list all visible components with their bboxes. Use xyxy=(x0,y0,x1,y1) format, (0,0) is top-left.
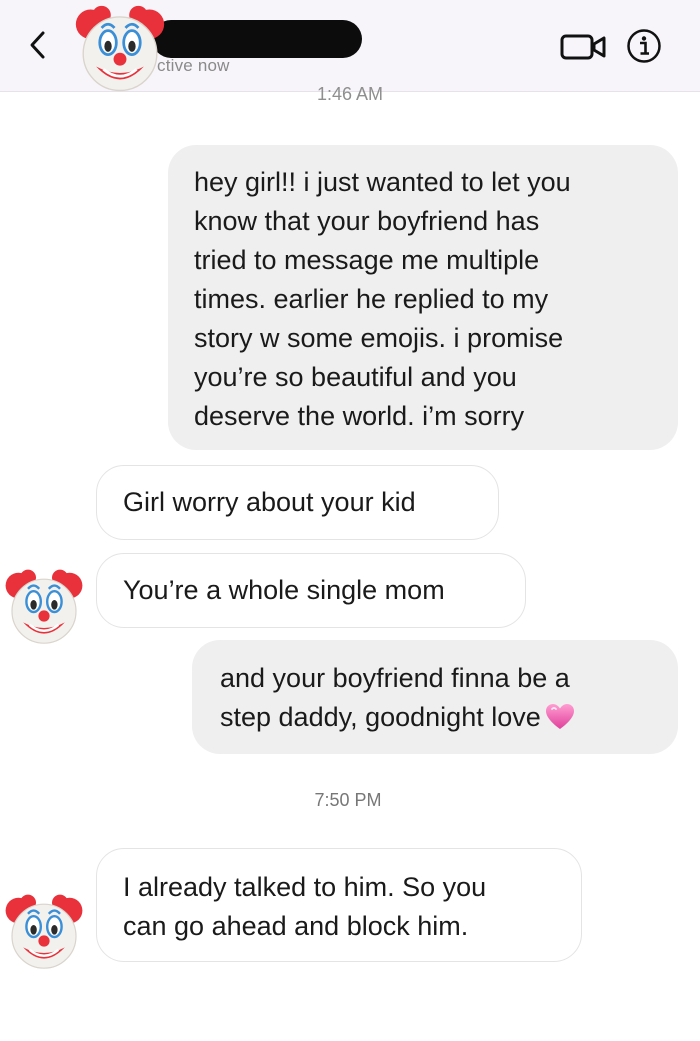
video-call-icon[interactable] xyxy=(560,32,608,62)
sent-message[interactable]: hey girl!! i just wanted to let you know… xyxy=(168,145,678,450)
received-message[interactable]: I already talked to him. So you can go a… xyxy=(96,848,582,962)
timestamp: 7:50 PM xyxy=(0,790,700,811)
timestamp: 1:46 AM xyxy=(316,84,384,104)
timestamp-text: 7:50 PM xyxy=(314,790,382,810)
clown-emoji-avatar xyxy=(4,893,84,973)
clown-emoji-avatar[interactable] xyxy=(74,4,166,96)
chevron-left-icon[interactable] xyxy=(24,28,50,62)
received-message[interactable]: You’re a whole single mom xyxy=(96,553,526,628)
active-status: ctive now xyxy=(157,56,230,75)
sent-message[interactable]: and your boyfriend finna be a step daddy… xyxy=(192,640,678,754)
redacted-username xyxy=(152,20,362,58)
info-icon[interactable] xyxy=(626,28,662,64)
received-message[interactable]: Girl worry about your kid xyxy=(96,465,499,540)
clown-emoji-avatar xyxy=(4,568,84,648)
pink-heart-emoji xyxy=(545,704,574,729)
message-text: and your boyfriend finna be a step daddy… xyxy=(220,663,570,732)
chat-header: ctive now xyxy=(0,0,700,92)
